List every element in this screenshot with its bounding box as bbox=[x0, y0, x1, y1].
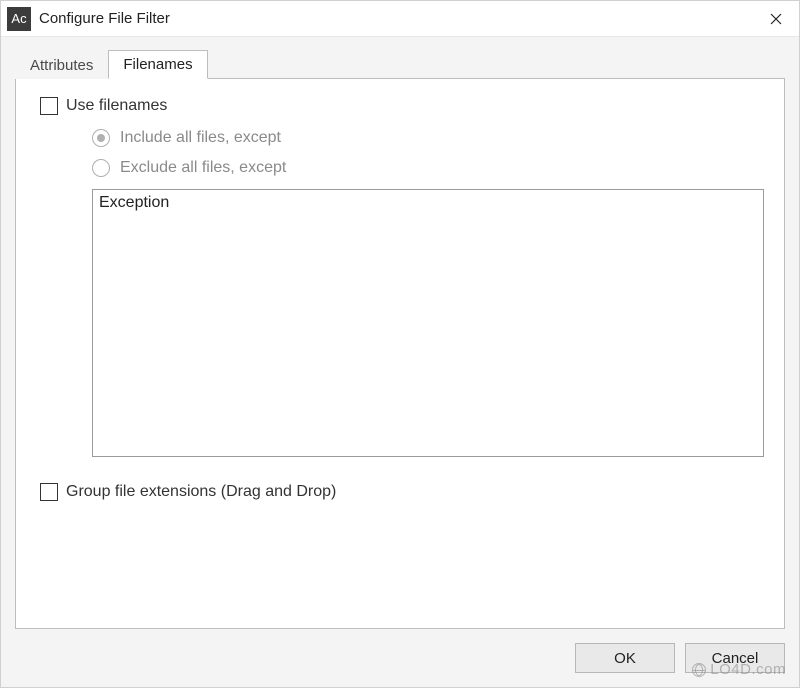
dialog-window: Ac Configure File Filter Attributes File… bbox=[0, 0, 800, 688]
dialog-body: Attributes Filenames Use filenames Inclu… bbox=[1, 37, 799, 629]
radio-include[interactable] bbox=[92, 129, 110, 147]
cancel-button[interactable]: Cancel bbox=[685, 643, 785, 673]
dialog-footer: OK Cancel bbox=[1, 629, 799, 687]
tab-filenames[interactable]: Filenames bbox=[108, 50, 207, 79]
tab-panel-filenames: Use filenames Include all files, except … bbox=[15, 78, 785, 629]
ok-button[interactable]: OK bbox=[575, 643, 675, 673]
window-title: Configure File Filter bbox=[39, 10, 753, 27]
close-icon bbox=[770, 13, 782, 25]
radio-exclude-label: Exclude all files, except bbox=[120, 159, 286, 177]
exception-list-header: Exception bbox=[99, 194, 757, 212]
radio-exclude[interactable] bbox=[92, 159, 110, 177]
radio-exclude-row: Exclude all files, except bbox=[92, 159, 764, 177]
tab-attributes[interactable]: Attributes bbox=[15, 51, 108, 79]
group-extensions-row: Group file extensions (Drag and Drop) bbox=[40, 483, 764, 501]
group-extensions-label: Group file extensions (Drag and Drop) bbox=[66, 483, 336, 501]
radio-include-row: Include all files, except bbox=[92, 129, 764, 147]
radio-include-label: Include all files, except bbox=[120, 129, 281, 147]
app-icon: Ac bbox=[7, 7, 31, 31]
exception-list[interactable]: Exception bbox=[92, 189, 764, 457]
use-filenames-label: Use filenames bbox=[66, 97, 167, 115]
group-extensions-checkbox[interactable] bbox=[40, 483, 58, 501]
titlebar: Ac Configure File Filter bbox=[1, 1, 799, 37]
tab-strip: Attributes Filenames bbox=[15, 49, 785, 78]
use-filenames-checkbox[interactable] bbox=[40, 97, 58, 115]
filename-mode-radio-group: Include all files, except Exclude all fi… bbox=[92, 129, 764, 177]
use-filenames-row: Use filenames bbox=[40, 97, 764, 115]
close-button[interactable] bbox=[753, 1, 799, 37]
